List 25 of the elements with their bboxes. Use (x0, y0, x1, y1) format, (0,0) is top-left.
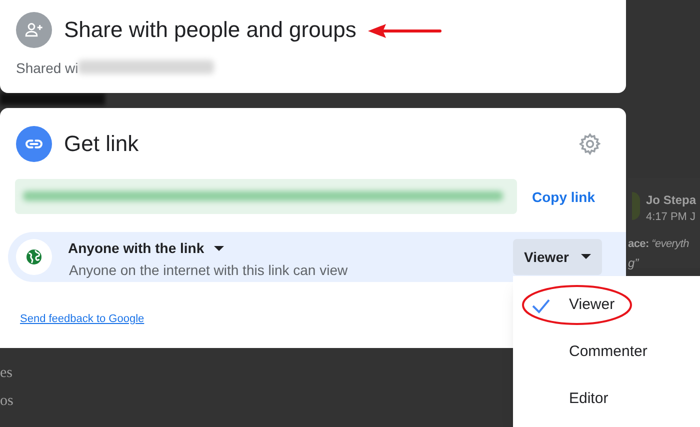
comment-time: 4:17 PM J (646, 210, 696, 225)
link-icon (16, 126, 52, 162)
add-person-icon (16, 12, 52, 48)
check-icon (531, 298, 551, 314)
document-text: os (0, 394, 14, 409)
dialog-title: Share with people and groups (64, 16, 356, 44)
access-scope-dropdown[interactable]: Anyone with the link (68, 238, 224, 259)
role-dropdown[interactable]: Viewer (513, 239, 602, 275)
caret-icon (214, 246, 224, 252)
access-description: Anyone on the internet with this link can view (69, 261, 348, 280)
feedback-link[interactable]: Send feedback to Google (20, 311, 144, 328)
caret-icon (580, 254, 591, 260)
menu-item[interactable]: Viewer (513, 282, 700, 329)
link-field[interactable] (15, 179, 517, 214)
comment-text: ace: “everyth (628, 237, 689, 252)
copy-link-button[interactable]: Copy link (524, 185, 604, 209)
shared-with-text: Shared wi (16, 59, 78, 78)
menu-item[interactable]: Editor (513, 376, 700, 423)
comment-text: g” (628, 255, 639, 272)
globe-icon (16, 239, 52, 275)
menu-item[interactable]: Commenter (513, 329, 700, 376)
dialog-title: Get link (64, 130, 139, 158)
comment-author: Jo Stepa (646, 192, 696, 209)
document-text: es (0, 366, 12, 381)
settings-icon[interactable] (578, 132, 602, 156)
